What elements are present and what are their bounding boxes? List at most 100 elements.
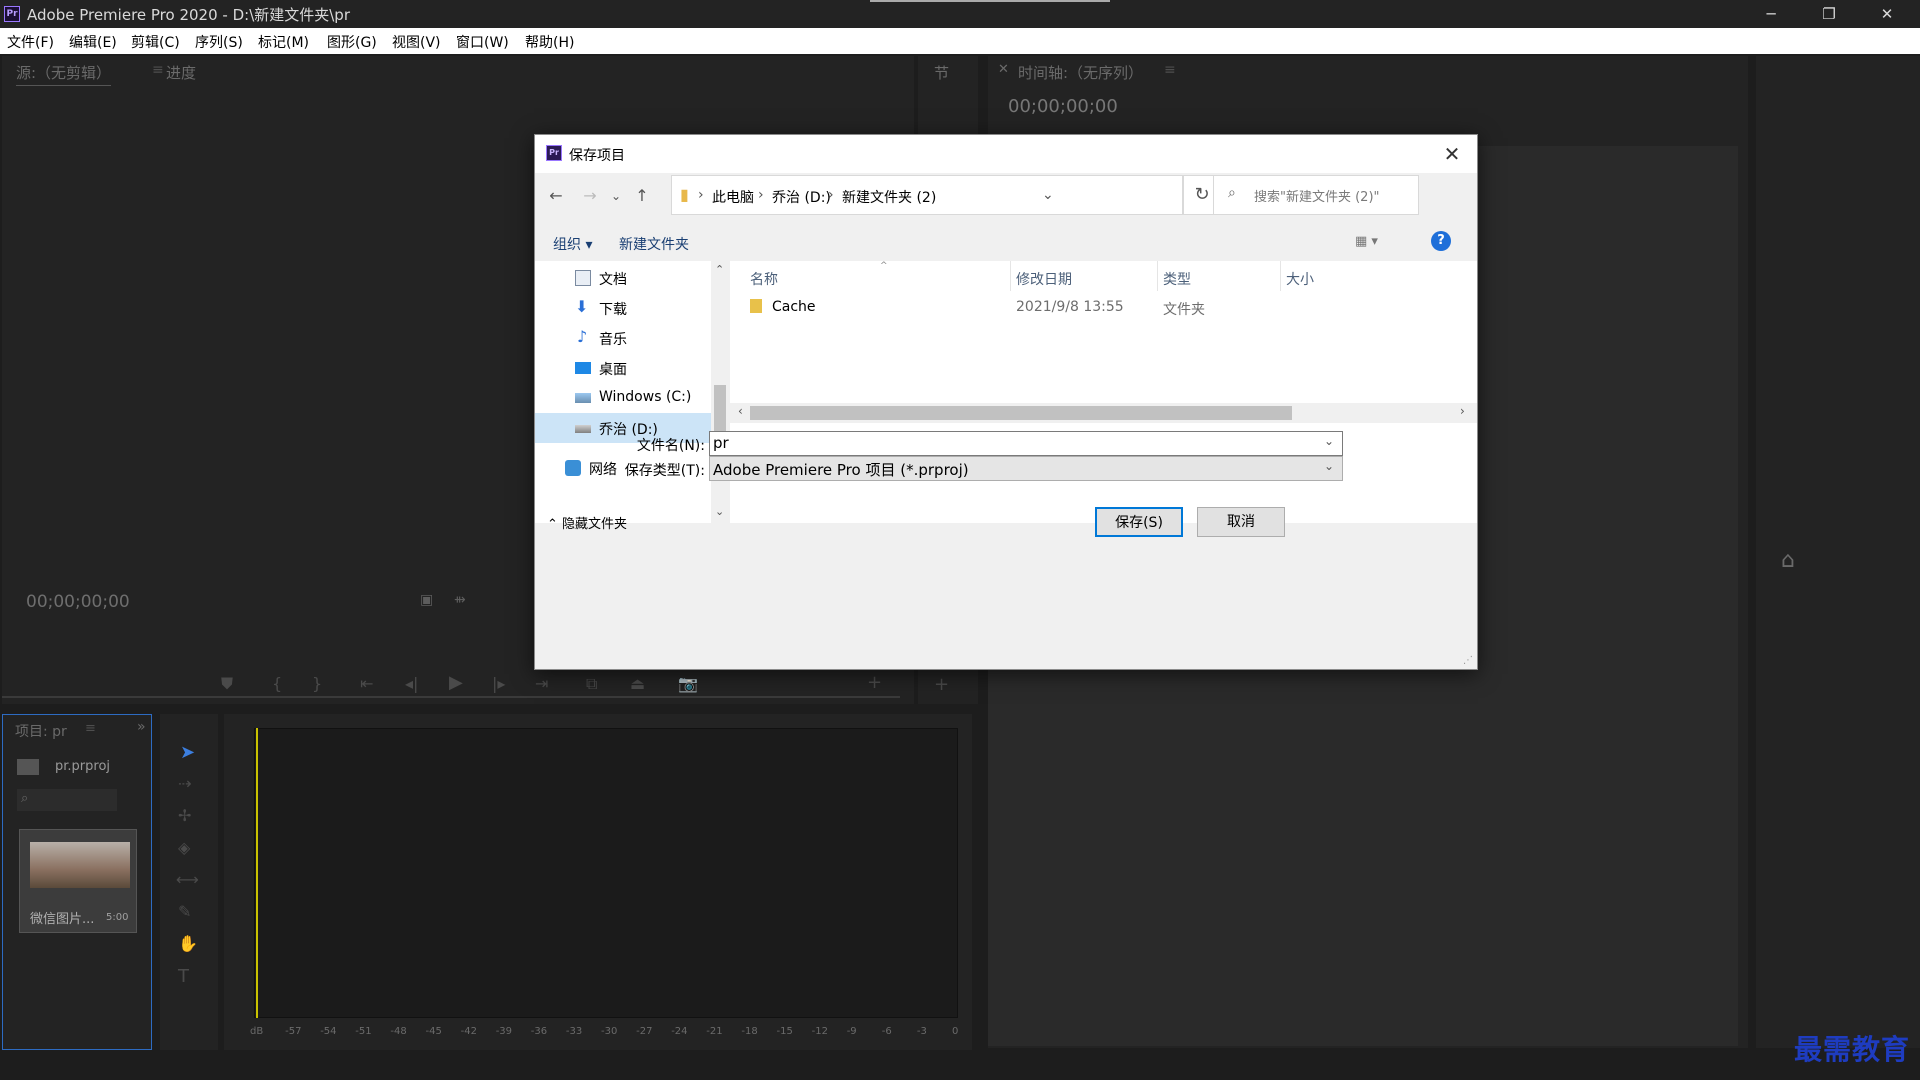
menu-edit[interactable]: 编辑(E) (69, 32, 117, 52)
close-button[interactable]: ✕ (1858, 0, 1916, 28)
tab-source[interactable]: 源:（无剪辑） (16, 62, 112, 86)
scroll-up-icon[interactable]: ⌃ (715, 263, 724, 276)
resize-grip-icon[interactable]: ⋰ (1463, 655, 1473, 666)
save-button[interactable]: 保存(S) (1095, 507, 1183, 537)
filetype-select[interactable]: Adobe Premiere Pro 项目 (*.prproj) ⌄ (709, 456, 1343, 481)
organize-button[interactable]: 组织 ▾ (553, 234, 592, 254)
type-tool-icon[interactable]: T (178, 966, 189, 987)
scroll-down-icon[interactable]: ⌄ (715, 505, 724, 518)
menu-marker[interactable]: 标记(M) (258, 32, 309, 52)
nav-item-documents[interactable]: 文档 (535, 263, 711, 293)
nav-item-drive-c[interactable]: Windows (C:) (535, 383, 711, 413)
menu-file[interactable]: 文件(F) (7, 32, 54, 52)
menu-sequence[interactable]: 序列(S) (195, 32, 243, 52)
razor-tool-icon[interactable]: ◈ (178, 838, 190, 857)
address-bar[interactable]: ▮ › 此电脑 › 乔治 (D:) › 新建文件夹 (2) ⌄ (671, 175, 1183, 215)
column-type[interactable]: 类型 (1163, 269, 1191, 289)
save-project-dialog: Pr 保存项目 ✕ ← → ⌄ ↑ ▮ › 此电脑 › 乔治 (D:) › 新建… (534, 134, 1478, 670)
step-forward-icon[interactable]: |▸ (492, 674, 505, 693)
export-frame-icon[interactable]: 📷 (678, 674, 698, 693)
hide-folders-toggle[interactable]: ⌃ 隐藏文件夹 (547, 513, 627, 532)
search-input[interactable]: ⌕ 搜索"新建文件夹 (2)" (1213, 175, 1419, 215)
drive-icon (575, 393, 591, 403)
wrench-icon[interactable]: ⇻ (454, 592, 466, 608)
chevron-down-icon[interactable]: ⌄ (1324, 434, 1334, 448)
hand-tool-icon[interactable]: ✋ (178, 934, 198, 953)
insert-icon[interactable]: ⧉ (586, 674, 597, 694)
scroll-thumb[interactable] (750, 406, 1292, 420)
nav-scrollbar[interactable]: ⌃ ⌄ (711, 261, 729, 523)
chevron-down-icon[interactable]: ⌄ (1042, 187, 1054, 203)
up-folder-icon[interactable]: ↑ (629, 183, 655, 209)
filetype-label: 保存类型(T): (624, 463, 705, 479)
project-search-input[interactable]: ⌕ (17, 789, 117, 811)
menu-graphics[interactable]: 图形(G) (327, 32, 377, 52)
menu-help[interactable]: 帮助(H) (525, 32, 574, 52)
back-icon[interactable]: ← (543, 183, 569, 209)
mark-out-icon[interactable]: } (312, 674, 322, 693)
add-marker-icon[interactable]: ⛊ (221, 674, 233, 694)
play-icon[interactable]: ▶ (449, 672, 463, 693)
file-row[interactable]: Cache 2021/9/8 13:55 文件夹 (744, 295, 1304, 321)
new-folder-button[interactable]: 新建文件夹 (619, 234, 689, 254)
column-divider[interactable] (1010, 261, 1011, 291)
forward-icon[interactable]: → (577, 183, 603, 209)
slip-tool-icon[interactable]: ⟷ (176, 870, 199, 889)
tab-timeline[interactable]: 时间轴:（无序列） (1018, 62, 1143, 83)
add-button-icon[interactable]: + (867, 672, 882, 693)
column-date[interactable]: 修改日期 (1016, 269, 1072, 289)
timeline-menu-icon[interactable]: ≡ (1164, 62, 1176, 78)
meter-scale-label: dB (250, 1026, 264, 1037)
track-select-tool-icon[interactable]: ⇢ (178, 774, 191, 793)
tab-project[interactable]: 项目: pr (15, 721, 67, 741)
timeline-timecode[interactable]: 00;00;00;00 (1008, 96, 1118, 117)
scroll-left-icon[interactable]: ‹ (738, 404, 743, 418)
go-to-in-icon[interactable]: ⇤ (360, 674, 373, 693)
breadcrumb-this-pc[interactable]: 此电脑 (712, 187, 754, 207)
nav-item-downloads[interactable]: ⬇ 下载 (535, 293, 711, 323)
ripple-edit-tool-icon[interactable]: ✢ (178, 806, 191, 825)
nav-item-music[interactable]: ♪ 音乐 (535, 323, 711, 353)
tab-progress[interactable]: 进度 (166, 62, 196, 83)
selection-tool-icon[interactable]: ➤ (180, 742, 195, 763)
column-divider[interactable] (1280, 261, 1281, 291)
source-menu-icon[interactable]: ≡ (152, 62, 164, 78)
mark-in-icon[interactable]: { (272, 674, 282, 693)
menu-view[interactable]: 视图(V) (392, 32, 441, 52)
column-divider[interactable] (1157, 261, 1158, 291)
help-icon[interactable]: ? (1431, 231, 1451, 251)
horizontal-scrollbar[interactable]: ‹ › (730, 403, 1477, 423)
maximize-button[interactable]: ❐ (1800, 0, 1858, 28)
meter-scale-label: -33 (565, 1026, 583, 1037)
chevron-down-icon[interactable]: ⌄ (1324, 459, 1334, 473)
step-back-icon[interactable]: ◂| (405, 674, 418, 693)
scroll-right-icon[interactable]: › (1460, 404, 1465, 418)
source-timecode[interactable]: 00;00;00;00 (26, 592, 130, 612)
project-menu-icon[interactable]: ≡ (85, 721, 96, 736)
home-icon[interactable]: ⌂ (1781, 548, 1795, 573)
go-to-out-icon[interactable]: ⇥ (535, 674, 548, 693)
add-icon[interactable]: + (934, 674, 949, 695)
clip-thumbnail-card[interactable]: 微信图片... 5:00 (19, 829, 137, 933)
menu-clip[interactable]: 剪辑(C) (131, 32, 180, 52)
filename-input[interactable]: pr ⌄ (709, 431, 1343, 456)
menu-window[interactable]: 窗口(W) (456, 32, 509, 52)
column-name[interactable]: 名称 (750, 269, 778, 289)
breadcrumb-folder[interactable]: 新建文件夹 (2) (842, 187, 936, 207)
column-size[interactable]: 大小 (1286, 269, 1314, 289)
dialog-title: 保存项目 (569, 148, 625, 164)
pen-tool-icon[interactable]: ✎ (178, 902, 191, 921)
dialog-close-button[interactable]: ✕ (1437, 141, 1467, 167)
tab-node[interactable]: 节 (934, 62, 949, 83)
settings-icon[interactable]: ▣ (420, 592, 433, 608)
recent-locations-icon[interactable]: ⌄ (603, 183, 629, 209)
close-tab-icon[interactable]: ✕ (998, 62, 1009, 77)
view-options-icon[interactable]: ▦ ▾ (1355, 234, 1378, 249)
cancel-button[interactable]: 取消 (1197, 507, 1285, 537)
expand-icon[interactable]: » (137, 719, 146, 735)
breadcrumb-drive[interactable]: 乔治 (D:) (772, 187, 831, 207)
minimize-button[interactable]: ─ (1742, 0, 1800, 28)
nav-item-desktop[interactable]: 桌面 (535, 353, 711, 383)
tools-panel: ➤ ⇢ ✢ ◈ ⟷ ✎ ✋ T (160, 714, 218, 1050)
overwrite-icon[interactable]: ⏏ (630, 674, 645, 693)
